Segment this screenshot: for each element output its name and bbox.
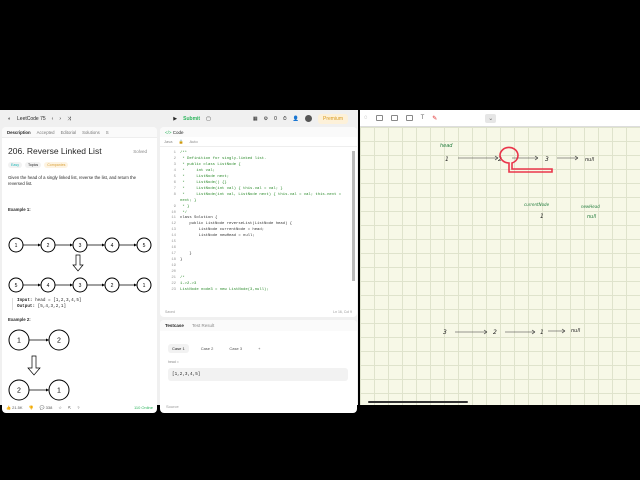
tab-description[interactable]: Description — [7, 130, 31, 135]
settings-icon[interactable]: ⚙ — [264, 116, 268, 122]
case-3-tab[interactable]: Case 3 — [225, 344, 246, 353]
node-value: 4 — [111, 243, 114, 249]
node-value: 2 — [57, 337, 61, 344]
like-button[interactable]: 👍 21.5K — [6, 405, 23, 410]
coins[interactable]: 0 — [274, 116, 277, 122]
description-panel: Description Accepted Editorial Solutions… — [2, 127, 157, 413]
problem-title[interactable]: 206. Reverse Linked List — [8, 146, 102, 156]
mode-label: Auto — [189, 139, 198, 144]
node-value: 2 — [47, 243, 50, 249]
code-icon: </> — [165, 129, 172, 135]
output-value: [5,4,3,2,1] — [37, 304, 67, 309]
notes-app: ◌ T ✎ ⌄ head 1 2 3 null currentNode 1 newHead nu… — [360, 110, 640, 405]
example1-io: Input: head = [1,2,3,4,5] Output: [5,4,3… — [12, 298, 82, 310]
difficulty-chip[interactable]: Easy — [8, 162, 22, 168]
node-value: 2 — [111, 283, 114, 289]
example1-label: Example 1: — [8, 207, 31, 212]
saved-status: Saved — [165, 310, 175, 314]
next-icon[interactable]: › — [59, 116, 61, 122]
run-icon[interactable]: ▶ — [173, 116, 177, 122]
source-link[interactable]: Source — [166, 404, 179, 409]
solved-badge: Solved — [133, 149, 147, 154]
comments-button[interactable]: 💬 338 — [40, 405, 53, 410]
problem-list[interactable]: LeetCode 75 — [17, 116, 46, 122]
leetcode-logo-icon[interactable]: ◐ — [8, 116, 11, 122]
handwritten-text: 2 — [493, 329, 497, 336]
code-title: Code — [172, 129, 184, 135]
case-2-tab[interactable]: Case 2 — [197, 344, 218, 353]
node-value: 1 — [143, 283, 146, 289]
avatar[interactable] — [304, 115, 312, 122]
lock-icon: 🔒 — [178, 139, 184, 144]
example2-diagram: 1 2 2 1 — [8, 329, 70, 401]
companies-chip[interactable]: Companies — [44, 162, 69, 168]
online-count: 110 Online — [133, 405, 153, 410]
example1-diagram: 1 2 3 4 5 5 4 3 2 1 — [8, 237, 152, 293]
tab-test-result[interactable]: Test Result — [192, 323, 214, 328]
testcase-panel: Testcase Test Result Case 1 Case 2 Case … — [160, 320, 357, 413]
premium-button[interactable]: Premium — [317, 113, 348, 124]
handwritten-text: newHead — [581, 204, 600, 209]
down-arrow-icon — [27, 355, 41, 376]
description-footer: 👍 21.5K 👎 💬 338 ☆ ⇱ ? 110 Online — [2, 402, 157, 413]
node-value: 1 — [15, 243, 18, 249]
handwritten-text: null — [585, 157, 595, 163]
leetcode-window: ◐ LeetCode 75 ‹ › ⤨ ▶ Submit ▢ ▦ ⚙ 0 ⏱ 👤… — [0, 110, 358, 413]
input-value: head = [1,2,3,4,5] — [35, 298, 82, 303]
tab-solutions[interactable]: Solutions — [82, 130, 100, 135]
star-icon[interactable]: ☆ — [58, 405, 62, 410]
handwritten-text: null — [571, 328, 581, 334]
tab-submissions[interactable]: S — [106, 130, 109, 135]
handwritten-text: null — [587, 214, 597, 220]
add-case-button[interactable]: + — [254, 344, 264, 353]
share-icon[interactable]: ⇱ — [68, 405, 71, 410]
dislike-icon[interactable]: 👎 — [29, 405, 34, 410]
language-select[interactable]: Java — [164, 139, 172, 144]
node-value: 5 — [15, 283, 18, 289]
testcase-input[interactable]: [1,2,3,4,5] — [168, 368, 348, 381]
topics-chip[interactable]: Topics — [25, 162, 42, 168]
node-value: 3 — [79, 283, 82, 289]
param-label: head = — [168, 360, 179, 364]
handwritten-notes[interactable]: head1 2 3 nullcurrentNode1newHeadnull3 2 1 nul… — [360, 110, 640, 405]
problem-description: Given the head of a singly linked list, … — [8, 175, 137, 186]
editor-scrollbar[interactable] — [352, 151, 355, 281]
notes-scrollbar[interactable] — [368, 401, 468, 403]
node-value: 2 — [17, 387, 21, 394]
handwritten-text: 3 — [545, 156, 549, 163]
top-bar: ◐ LeetCode 75 ‹ › ⤨ ▶ Submit ▢ ▦ ⚙ 0 ⏱ 👤… — [0, 110, 358, 127]
node-value: 3 — [79, 243, 82, 249]
example2-label: Example 2: — [8, 317, 31, 322]
notes-icon[interactable]: ▢ — [206, 116, 211, 122]
handwritten-text: head — [440, 143, 453, 149]
down-arrow-icon — [72, 254, 84, 272]
tab-testcase[interactable]: Testcase — [165, 323, 184, 328]
handwritten-text: 1 — [540, 213, 544, 220]
submit-button[interactable]: Submit — [183, 116, 200, 122]
shuffle-icon[interactable]: ⤨ — [67, 116, 71, 122]
tab-accepted[interactable]: Accepted — [37, 130, 55, 135]
cursor-position: Ln 16, Col 9 — [333, 310, 352, 314]
node-value: 5 — [143, 243, 146, 249]
handwritten-text: 1 — [540, 329, 544, 336]
add-user-icon[interactable]: 👤 — [293, 116, 299, 122]
handwritten-text: 1 — [445, 156, 449, 163]
timer-icon[interactable]: ⏱ — [283, 116, 287, 122]
prev-icon[interactable]: ‹ — [52, 116, 54, 122]
node-value: 4 — [47, 283, 50, 289]
layout-icon[interactable]: ▦ — [253, 116, 258, 122]
help-icon[interactable]: ? — [77, 405, 79, 410]
node-value: 1 — [17, 337, 21, 344]
description-tabs: Description Accepted Editorial Solutions… — [2, 127, 157, 138]
tab-editorial[interactable]: Editorial — [61, 130, 77, 135]
handwritten-text: 3 — [443, 329, 447, 336]
node-value: 1 — [57, 387, 61, 394]
case-1-tab[interactable]: Case 1 — [168, 344, 189, 353]
code-panel: </> Code Java 🔒 Auto 1/** 2 * Definition f… — [160, 127, 357, 317]
handwritten-text: currentNode — [524, 202, 550, 207]
code-editor[interactable]: 1/** 2 * Definition for singly-linked lis… — [160, 151, 350, 294]
code-line[interactable]: 23 ListNode node3 = new ListNode(3,null); — [160, 288, 350, 294]
